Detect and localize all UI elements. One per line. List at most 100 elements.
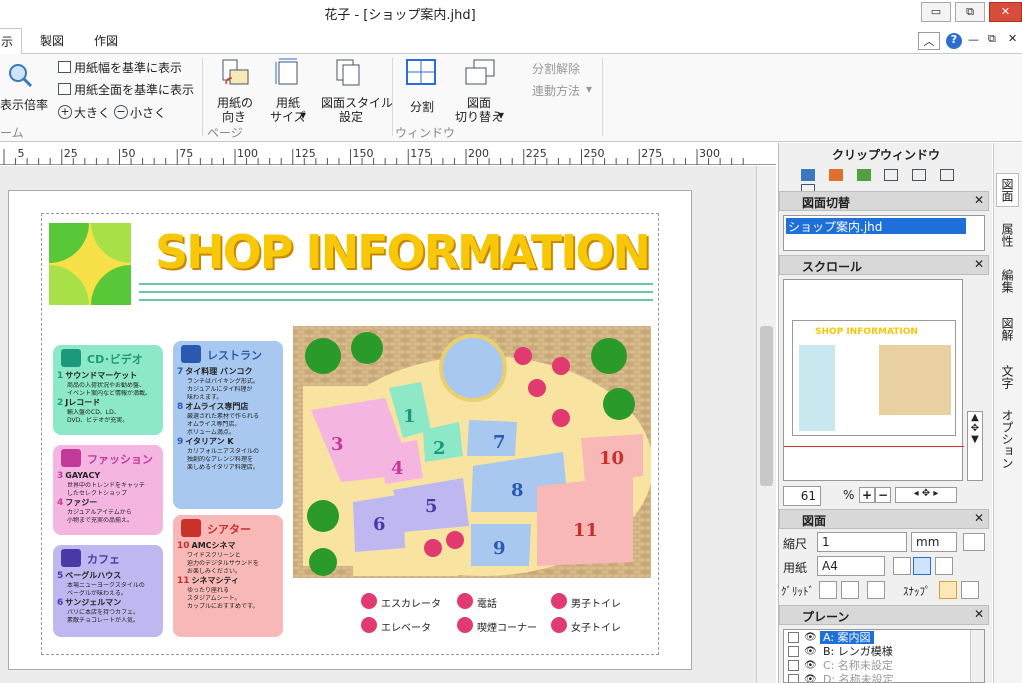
plane-item[interactable]: 👁 A: 案内図 xyxy=(784,631,968,645)
line-icon[interactable] xyxy=(963,533,985,551)
ruler-label: 200 xyxy=(468,147,489,160)
paper-sheet[interactable]: SHOP INFORMATION CD･ビデオ 1 サウンドマーケット 商品の入荷状況… xyxy=(8,190,692,670)
drawing-canvas[interactable]: SHOP INFORMATION CD･ビデオ 1 サウンドマーケット 商品の入荷状況… xyxy=(0,166,756,683)
side-tab[interactable]: 図面 xyxy=(996,173,1019,207)
switch-dropdown-icon[interactable]: ▾ xyxy=(498,108,504,122)
paper-settings-icon[interactable] xyxy=(935,557,953,575)
shop-number: 8 xyxy=(177,402,184,412)
shop-name: ベーグルハウス xyxy=(65,571,122,580)
doc-minimize-icon[interactable]: — xyxy=(968,33,979,46)
eye-icon[interactable]: 👁 xyxy=(804,631,817,644)
link-method-button[interactable]: 連動方法 xyxy=(532,82,580,99)
doc-close-icon[interactable]: ✕ xyxy=(1008,32,1017,45)
canvas-vertical-scrollbar[interactable] xyxy=(756,166,776,683)
unsplit-button[interactable]: 分割解除 xyxy=(532,60,580,77)
hand-icon[interactable] xyxy=(940,169,955,181)
ribbon-separator xyxy=(392,58,393,136)
portrait-icon[interactable] xyxy=(893,557,911,575)
scroll-preview[interactable]: SHOP INFORMATION xyxy=(783,279,964,481)
shop-name: サウンドマーケット xyxy=(65,371,138,380)
plane-scrollbar[interactable] xyxy=(970,630,984,682)
scroll-nav-control[interactable]: ◂ ✥ ▸ xyxy=(895,487,957,503)
side-tab[interactable]: 編集 xyxy=(999,269,1016,293)
fit-page-button[interactable]: 用紙全面を基準に表示 xyxy=(74,81,194,98)
eye-icon[interactable]: 👁 xyxy=(804,659,817,672)
plane-label: C: 名称未設定 xyxy=(823,659,893,672)
plane-checkbox[interactable] xyxy=(788,632,799,643)
select-icon[interactable] xyxy=(884,169,899,181)
legend-icon xyxy=(551,593,567,609)
shapes-icon[interactable] xyxy=(856,169,871,181)
close-icon[interactable]: ✕ xyxy=(974,607,984,621)
sheet-list[interactable]: ショップ案内.jhd xyxy=(783,215,985,251)
sheet-style-line2[interactable]: 設定 xyxy=(339,108,363,125)
unit-select[interactable]: mm xyxy=(911,532,957,552)
link-dropdown-icon[interactable]: ▾ xyxy=(586,82,592,96)
grid-icon[interactable] xyxy=(819,581,837,599)
scroll-zoom-input[interactable]: 61 xyxy=(783,486,821,506)
close-button[interactable]: ✕ xyxy=(989,2,1022,22)
side-tab[interactable]: 図解 xyxy=(999,317,1016,341)
grid-settings-icon[interactable] xyxy=(867,581,885,599)
eye-icon[interactable]: 👁 xyxy=(804,673,817,682)
side-tab[interactable]: 文字 xyxy=(999,365,1016,389)
chart-icon[interactable] xyxy=(912,169,927,181)
zoom-ratio-button[interactable]: 表示倍率 xyxy=(0,96,48,113)
plane-checkbox[interactable] xyxy=(788,646,799,657)
plane-item[interactable]: 👁 B: レンガ模様 xyxy=(784,645,968,659)
plane-item[interactable]: 👁 D: 名称未設定 xyxy=(784,673,968,682)
close-icon[interactable]: ✕ xyxy=(974,257,984,271)
close-icon[interactable]: ✕ xyxy=(974,193,984,207)
doc-restore-icon[interactable]: ⧉ xyxy=(988,32,996,46)
tab-drafting[interactable]: 製図 xyxy=(40,32,64,49)
collapse-ribbon-icon[interactable]: ︿ xyxy=(918,32,940,50)
restore-button[interactable]: ⧉ xyxy=(955,2,985,22)
zoom-in-icon: + xyxy=(58,105,72,119)
help-icon[interactable]: ? xyxy=(946,33,962,49)
snap-icon[interactable] xyxy=(939,581,957,599)
tab-drawing[interactable]: 作図 xyxy=(94,32,118,49)
shop-number: 3 xyxy=(57,471,64,481)
sheet-item[interactable]: ショップ案内.jhd xyxy=(786,218,966,234)
shop-description: カリフォルニアスタイルの xyxy=(187,448,260,455)
snap-settings-icon[interactable] xyxy=(961,581,979,599)
zoom-out-button[interactable]: 小さく xyxy=(130,104,166,121)
minimize-button[interactable]: ▭ xyxy=(921,2,951,22)
shop-description: お楽しみください。 xyxy=(187,568,242,575)
zoom-plus-button[interactable]: + xyxy=(859,487,875,503)
close-icon[interactable]: ✕ xyxy=(974,511,984,525)
svg-text:11: 11 xyxy=(573,520,598,541)
ruler-label: 275 xyxy=(641,147,663,160)
plane-label: B: レンガ模様 xyxy=(823,645,893,658)
plane-checkbox[interactable] xyxy=(788,674,799,682)
paper-label: 用紙 xyxy=(783,561,808,575)
paper-select[interactable]: A4 xyxy=(817,556,885,576)
image-icon[interactable] xyxy=(801,169,815,181)
scroll-thumb[interactable] xyxy=(760,326,773,486)
paper-size-dropdown-icon[interactable]: ▾ xyxy=(300,108,306,122)
zoom-in-button[interactable]: 大きく xyxy=(74,104,110,121)
paper-orientation-line2[interactable]: 向き xyxy=(222,108,246,125)
grid-snap-icon[interactable] xyxy=(841,581,859,599)
plane-item[interactable]: 👁 C: 名称未設定 xyxy=(784,659,968,673)
plane-checkbox[interactable] xyxy=(788,660,799,671)
shop-number: 10 xyxy=(177,541,190,551)
ruler-label: 25 xyxy=(63,147,78,160)
split-button[interactable]: 分割 xyxy=(410,98,434,115)
plane-list[interactable]: 👁 A: 案内図 👁 B: レンガ模様 👁 C: 名称未設定 👁 D: 名称未設定 xyxy=(783,629,985,683)
side-tab[interactable]: オプション xyxy=(999,409,1016,469)
palette-icon[interactable] xyxy=(828,169,843,181)
eye-icon[interactable]: 👁 xyxy=(804,645,817,658)
landscape-icon[interactable] xyxy=(913,557,931,575)
plane-title: プレーン xyxy=(802,610,850,624)
fit-width-button[interactable]: 用紙幅を基準に表示 xyxy=(74,59,182,76)
scale-input[interactable]: 1 xyxy=(817,532,907,552)
zoom-minus-button[interactable]: − xyxy=(875,487,891,503)
ruler-label: 100 xyxy=(237,147,258,160)
pan-control[interactable]: ▲ ✥ ▼ xyxy=(967,411,983,481)
title-line xyxy=(139,283,653,285)
tab-view[interactable]: 示 xyxy=(0,28,23,55)
shop-number: 2 xyxy=(57,398,64,408)
switch-sheet-line2[interactable]: 切り替え xyxy=(455,108,503,125)
side-tab[interactable]: 属性 xyxy=(999,223,1016,247)
